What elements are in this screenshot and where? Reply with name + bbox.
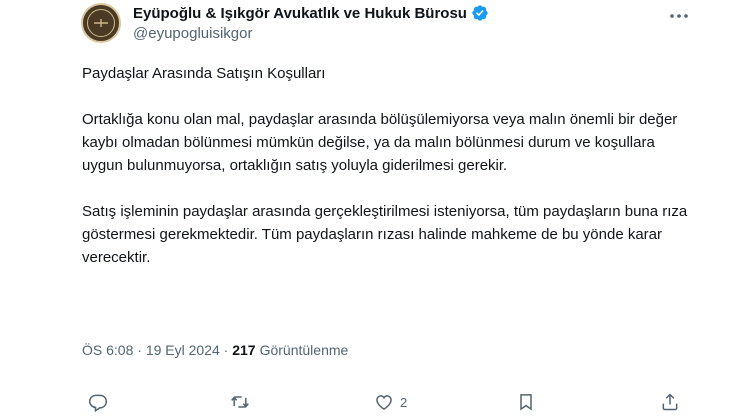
- reply-icon: [88, 394, 108, 412]
- tweet-date[interactable]: 19 Eyl 2024: [146, 342, 220, 358]
- heart-icon: [376, 395, 392, 410]
- like-button[interactable]: 2: [374, 392, 407, 412]
- tweet-meta: ÖS 6:08 · 19 Eyl 2024 · 217 Görüntülenme: [82, 342, 348, 358]
- law-firm-logo-icon: [87, 9, 115, 37]
- views-count: 217: [232, 342, 256, 358]
- retweet-icon: [231, 396, 249, 408]
- bookmark-button[interactable]: [516, 392, 536, 412]
- share-icon: [662, 393, 678, 411]
- share-button[interactable]: [660, 392, 680, 412]
- like-count: 2: [400, 394, 408, 410]
- meta-separator: ·: [219, 342, 233, 358]
- meta-separator: ·: [133, 342, 146, 358]
- reply-button[interactable]: [88, 392, 108, 412]
- action-bar: 2: [0, 392, 730, 418]
- author-handle[interactable]: @eyupogluisikgor: [133, 25, 252, 42]
- tweet-paragraph: Ortaklığa konu olan mal, paydaşlar arası…: [82, 111, 678, 174]
- verified-badge-icon[interactable]: [471, 4, 489, 22]
- avatar[interactable]: [81, 3, 121, 43]
- author-name-row: Eyüpoğlu & Işıkgör Avukatlık ve Hukuk Bü…: [133, 4, 489, 22]
- tweet-title: Paydaşlar Arasında Satışın Koşulları: [82, 65, 326, 82]
- retweet-button[interactable]: [230, 392, 250, 412]
- tweet-time[interactable]: ÖS 6:08: [82, 342, 133, 358]
- views-label: Görüntülenme: [259, 342, 349, 358]
- author-display-name[interactable]: Eyüpoğlu & Işıkgör Avukatlık ve Hukuk Bü…: [133, 5, 467, 22]
- tweet-text: Paydaşlar Arasında Satışın Koşulları Ort…: [82, 62, 692, 292]
- tweet-paragraph: Satış işleminin paydaşlar arasında gerçe…: [82, 203, 688, 266]
- bookmark-icon: [520, 394, 532, 411]
- more-options-icon[interactable]: [668, 8, 690, 24]
